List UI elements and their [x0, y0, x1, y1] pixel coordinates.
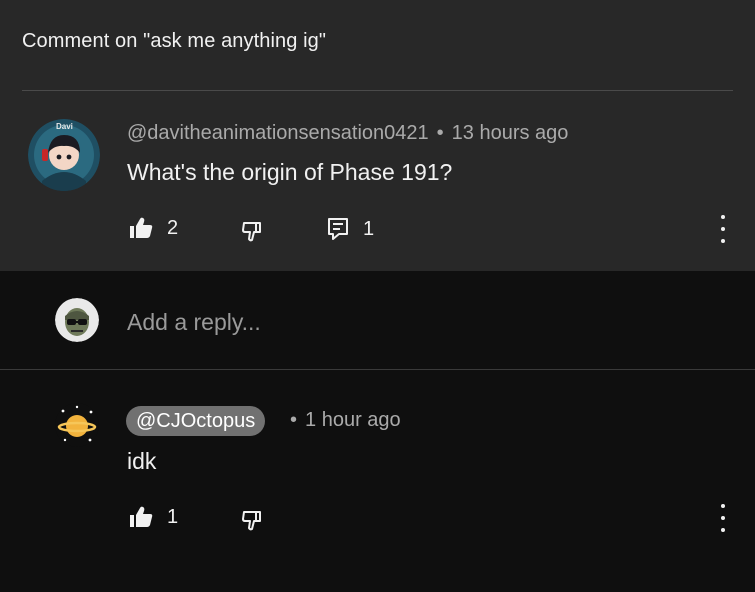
like-button[interactable]: 2	[129, 213, 178, 243]
thumbs-down-icon	[242, 222, 261, 242]
thumbs-down-icon	[242, 511, 261, 531]
parent-comment-section: Comment on "ask me anything ig" Davi @da…	[0, 0, 755, 271]
current-user-avatar	[55, 298, 99, 342]
reply-meta: • 1 hour ago	[282, 409, 401, 432]
comment-icon	[328, 218, 348, 240]
reply-like-button[interactable]: 1	[129, 502, 178, 532]
reply-author-chip[interactable]: @CJOctopus	[126, 406, 266, 436]
reply-button[interactable]: 1	[327, 214, 374, 244]
comment-author-avatar[interactable]: Davi	[28, 119, 100, 191]
thumbs-up-icon	[130, 506, 153, 527]
meta-separator: •	[290, 409, 298, 431]
reply-count: 1	[363, 217, 375, 240]
reply-like-count: 1	[167, 505, 179, 528]
reply-timestamp: 1 hour ago	[305, 409, 401, 431]
reply-dislike-button[interactable]	[241, 505, 265, 535]
thumbs-up-icon	[130, 217, 153, 238]
more-vertical-icon	[721, 215, 725, 219]
more-vertical-icon	[721, 504, 725, 508]
comment-more-button[interactable]	[718, 215, 728, 243]
page-title: Comment on "ask me anything ig"	[22, 30, 327, 52]
dislike-button[interactable]	[241, 216, 265, 246]
comment-text: What's the origin of Phase 191?	[127, 159, 453, 185]
header-divider	[22, 90, 733, 91]
reply-author-avatar[interactable]	[55, 403, 99, 447]
comment-author-name[interactable]: @davitheanimationsensation0421	[127, 122, 429, 144]
avatar-label-text: Davi	[56, 122, 73, 131]
add-reply-input[interactable]	[127, 306, 687, 338]
like-count: 2	[167, 216, 179, 239]
meta-separator: •	[436, 122, 444, 144]
reply-divider	[0, 369, 755, 370]
reply-more-button[interactable]	[718, 504, 728, 532]
comment-timestamp: 13 hours ago	[451, 122, 569, 144]
reply-text: idk	[127, 448, 157, 474]
comment-meta: @davitheanimationsensation0421 • 13 hours …	[127, 122, 568, 145]
